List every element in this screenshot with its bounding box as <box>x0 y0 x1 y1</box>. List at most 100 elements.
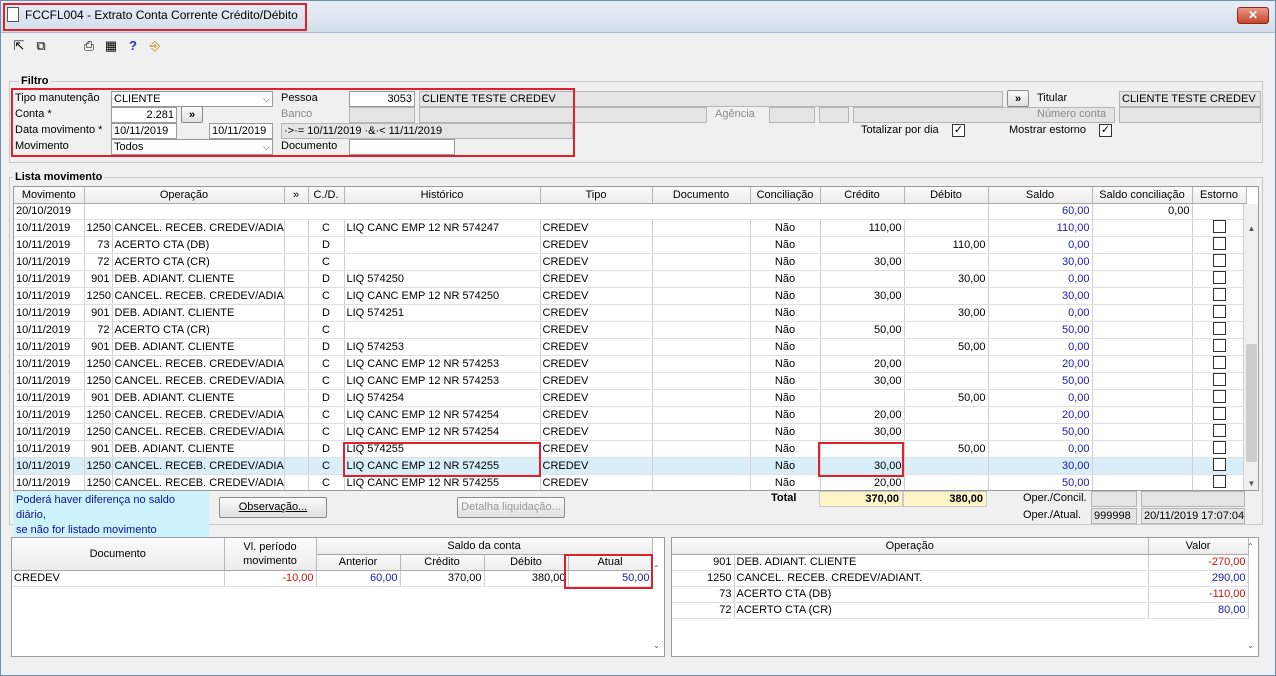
cell-cd: C <box>308 253 345 271</box>
table-row[interactable]: 10/11/2019 1250 CANCEL. RECEB. CREDEV/ADIA… <box>14 287 1247 305</box>
estorno-checkbox[interactable] <box>1212 338 1226 352</box>
estorno-checkbox[interactable] <box>1212 355 1226 369</box>
cell-movimento: 10/11/2019 <box>14 372 85 390</box>
table-row[interactable]: 10/11/2019 1250 CANCEL. RECEB. CREDEV/ADIA… <box>14 457 1247 475</box>
cell-expand <box>284 236 309 254</box>
col-operacao[interactable]: Operação <box>84 187 285 204</box>
scroll-thumb[interactable] <box>1246 344 1257 462</box>
table-row[interactable]: 10/11/2019 901 DEB. ADIANT. CLIENTE D LIQ 57… <box>14 304 1247 322</box>
table-row[interactable]: 10/11/2019 901 DEB. ADIANT. CLIENTE D LIQ 57… <box>14 338 1247 356</box>
table-row[interactable]: 1250 CANCEL. RECEB. CREDEV/ADIANT. 290,00 <box>672 570 1249 587</box>
totalizar-checkbox[interactable]: ✓ <box>952 124 965 137</box>
table-row[interactable]: 10/11/2019 901 DEB. ADIANT. CLIENTE D LIQ 57… <box>14 440 1247 458</box>
col-cd[interactable]: C./D. <box>308 187 345 204</box>
cell-conciliacao: Não <box>750 457 821 475</box>
estorno-checkbox[interactable] <box>1212 474 1226 488</box>
print-icon[interactable]: ⎙ <box>81 38 97 54</box>
estorno-checkbox[interactable] <box>1212 389 1226 403</box>
oper-atual-label: Oper./Atual. <box>1023 509 1082 521</box>
col-movimento[interactable]: Movimento <box>14 187 85 204</box>
table-row[interactable]: 10/11/2019 1250 CANCEL. RECEB. CREDEV/ADIA… <box>14 406 1247 424</box>
estorno-checkbox[interactable] <box>1212 236 1226 250</box>
pessoa-lookup-button[interactable]: » <box>1007 90 1029 107</box>
col-documento[interactable]: Documento <box>652 187 751 204</box>
cell-saldo-conciliacao <box>1092 372 1193 390</box>
col-saldo[interactable]: Saldo <box>988 187 1093 204</box>
table-row[interactable]: 10/11/2019 72 ACERTO CTA (CR) C CREDEV Não 50,… <box>14 321 1247 339</box>
col-vl-periodo[interactable]: Vl. período movimento <box>224 538 317 571</box>
table-row[interactable]: 72 ACERTO CTA (CR) 80,00 <box>672 602 1249 619</box>
table-row[interactable]: CREDEV -10,00 60,00 370,00 380,00 50,00 <box>12 570 653 587</box>
door-icon[interactable]: ⎆ <box>147 38 163 54</box>
cell-codigo: 73 <box>672 586 735 603</box>
title-bar[interactable]: FCCFL004 - Extrato Conta Corrente Crédit… <box>1 1 1275 33</box>
table-row[interactable]: 10/11/2019 901 DEB. ADIANT. CLIENTE D LIQ 57… <box>14 270 1247 288</box>
cell-estorno <box>1192 440 1247 458</box>
estorno-checkbox[interactable] <box>1212 457 1226 471</box>
col-saldo-conciliacao[interactable]: Saldo conciliação <box>1092 187 1193 204</box>
estorno-checkbox[interactable] <box>1212 321 1226 335</box>
estorno-checkbox[interactable] <box>1212 440 1226 454</box>
table-row[interactable]: 10/11/2019 73 ACERTO CTA (DB) D CREDEV Não 110… <box>14 236 1247 254</box>
operacao-grid[interactable]: Operação Valor 901 DEB. ADIANT. CLIENTE -2… <box>671 537 1259 657</box>
estorno-checkbox[interactable] <box>1212 219 1226 233</box>
col-saldo-credito[interactable]: Crédito <box>400 554 485 571</box>
col-anterior[interactable]: Anterior <box>316 554 401 571</box>
estorno-checkbox[interactable] <box>1212 372 1226 386</box>
estorno-checkbox[interactable] <box>1212 270 1226 284</box>
estorno-checkbox[interactable] <box>1212 406 1226 420</box>
col-saldo-da-conta[interactable]: Saldo da conta <box>316 538 653 555</box>
table-row[interactable]: 10/11/2019 901 DEB. ADIANT. CLIENTE D LIQ 57… <box>14 389 1247 407</box>
cell-movimento: 10/11/2019 <box>14 304 85 322</box>
close-button[interactable]: ✕ <box>1237 7 1269 24</box>
scroll-down-icon[interactable]: ▼ <box>1246 479 1257 488</box>
grid-scrollbar[interactable]: ▲ ▼ <box>1243 204 1258 490</box>
cell-expand <box>284 355 309 373</box>
col-tipo[interactable]: Tipo <box>540 187 653 204</box>
help-icon[interactable]: ? <box>125 38 141 54</box>
mostrar-estorno-checkbox[interactable]: ✓ <box>1099 124 1112 137</box>
cell-saldo: 0,00 <box>988 236 1093 254</box>
table-row[interactable]: 901 DEB. ADIANT. CLIENTE -270,00 <box>672 554 1249 571</box>
calendar-icon[interactable]: ▦ <box>103 38 119 54</box>
movimento-grid[interactable]: Movimento Operação » C./D. Histórico Tip… <box>13 186 1259 491</box>
col-operacao-resumo[interactable]: Operação <box>672 538 1149 555</box>
cell-tipo: CREDEV <box>540 355 653 373</box>
scroll-down-icon[interactable]: ⌄ <box>651 641 662 650</box>
table-row[interactable]: 10/11/2019 1250 CANCEL. RECEB. CREDEV/ADIA… <box>14 372 1247 390</box>
filter-icon[interactable]: ⧉ <box>33 38 49 54</box>
estorno-checkbox[interactable] <box>1212 287 1226 301</box>
cell-operacao: DEB. ADIANT. CLIENTE <box>734 554 1149 571</box>
observacao-button[interactable]: Observação... <box>219 497 327 518</box>
movimento-table: Movimento Operação » C./D. Histórico Tip… <box>14 187 1247 490</box>
col-conciliacao[interactable]: Conciliação <box>750 187 821 204</box>
table-row-saldo-inicial[interactable]: 20/10/2019 60,00 0,00 <box>14 203 1247 220</box>
table-row[interactable]: 10/11/2019 1250 CANCEL. RECEB. CREDEV/ADIA… <box>14 423 1247 441</box>
col-historico[interactable]: Histórico <box>344 187 541 204</box>
table-row[interactable]: 10/11/2019 72 ACERTO CTA (CR) C CREDEV Não 30,… <box>14 253 1247 271</box>
scroll-up-icon[interactable]: ⌃ <box>1245 542 1256 551</box>
col-saldo-documento[interactable]: Documento <box>12 538 225 571</box>
scroll-down-icon[interactable]: ⌄ <box>1245 641 1256 650</box>
detalha-liquidacao-button[interactable]: Detalha liquidação... <box>457 497 565 518</box>
table-row[interactable]: 10/11/2019 1250 CANCEL. RECEB. CREDEV/ADIA… <box>14 219 1247 237</box>
col-estorno[interactable]: Estorno <box>1192 187 1247 204</box>
cell-movimento: 10/11/2019 <box>14 338 85 356</box>
scroll-up-icon[interactable]: ▲ <box>1246 224 1257 233</box>
cell-credito: 30,00 <box>820 253 905 271</box>
col-expand[interactable]: » <box>284 187 309 204</box>
estorno-checkbox[interactable] <box>1212 304 1226 318</box>
cell-debito <box>904 372 989 390</box>
estorno-checkbox[interactable] <box>1212 253 1226 267</box>
col-debito[interactable]: Débito <box>904 187 989 204</box>
exit-icon[interactable]: ⇱ <box>11 38 27 54</box>
table-row[interactable]: 10/11/2019 1250 CANCEL. RECEB. CREDEV/ADIA… <box>14 355 1247 373</box>
estorno-checkbox[interactable] <box>1212 423 1226 437</box>
col-credito[interactable]: Crédito <box>820 187 905 204</box>
cell-codigo: 1250 <box>84 355 113 373</box>
cell-conciliacao: Não <box>750 253 821 271</box>
table-row[interactable]: 73 ACERTO CTA (DB) -110,00 <box>672 586 1249 603</box>
table-row[interactable]: 10/11/2019 1250 CANCEL. RECEB. CREDEV/ADIA… <box>14 474 1247 490</box>
col-saldo-debito[interactable]: Débito <box>484 554 569 571</box>
col-valor[interactable]: Valor <box>1148 538 1249 555</box>
